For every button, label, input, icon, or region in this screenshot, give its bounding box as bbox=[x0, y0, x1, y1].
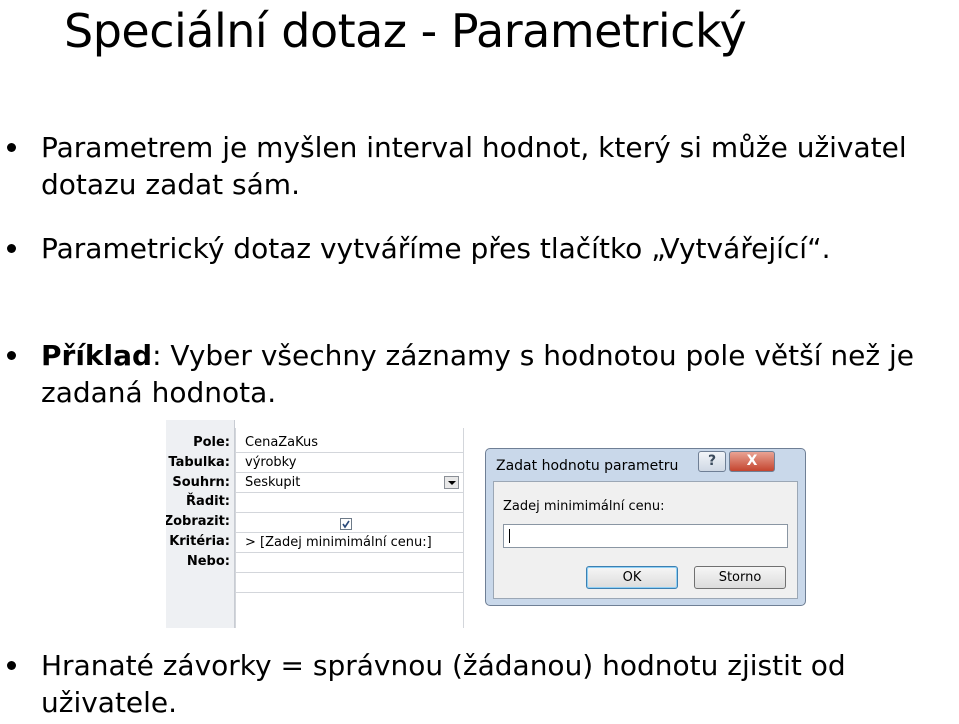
parameter-input[interactable] bbox=[503, 524, 788, 548]
bullet-bold-label: Příklad bbox=[41, 339, 153, 372]
label-tabulka: Tabulka: bbox=[168, 455, 230, 470]
label-pole: Pole: bbox=[193, 435, 230, 450]
cancel-button[interactable]: Storno bbox=[694, 566, 786, 589]
bullet-dot bbox=[7, 244, 16, 253]
cell-empty[interactable] bbox=[236, 573, 463, 593]
label-souhrn: Souhrn: bbox=[172, 475, 230, 490]
query-screenshot: Pole: Tabulka: Souhrn: Řadit: Zobrazit: … bbox=[166, 420, 820, 628]
slide-title: Speciální dotaz - Parametrický bbox=[64, 4, 747, 58]
parameter-dialog: Zadat hodnotu parametru ? X Zadej minimi… bbox=[485, 448, 806, 606]
help-button[interactable]: ? bbox=[698, 451, 726, 472]
bullet-text: Parametrický dotaz vytváříme přes tlačít… bbox=[41, 232, 831, 265]
cell-souhrn[interactable]: Seskupit bbox=[236, 473, 463, 493]
bullet-1: Parametrem je myšlen interval hodnot, kt… bbox=[0, 129, 959, 205]
bullet-dot bbox=[7, 351, 16, 360]
cell-tabulka[interactable]: výrobky bbox=[236, 453, 463, 473]
text-caret bbox=[509, 529, 510, 543]
zobrazit-checkbox[interactable] bbox=[340, 518, 352, 530]
cell-pole[interactable]: CenaZaKus bbox=[236, 433, 463, 453]
dropdown-arrow-icon[interactable] bbox=[444, 476, 459, 489]
bullet-2: Parametrický dotaz vytváříme přes tlačít… bbox=[0, 230, 959, 267]
cell-radit[interactable] bbox=[236, 493, 463, 513]
cell-nebo[interactable] bbox=[236, 553, 463, 573]
grid-row-labels: Pole: Tabulka: Souhrn: Řadit: Zobrazit: … bbox=[166, 420, 235, 628]
query-grid-column: CenaZaKus výrobky Seskupit > [Zadej mini… bbox=[235, 428, 464, 628]
bullet-text: Hranaté závorky = správnou (žádanou) hod… bbox=[41, 649, 846, 719]
dialog-prompt: Zadej minimimální cenu: bbox=[503, 499, 665, 514]
bullet-3: Příklad: Vyber všechny záznamy s hodnoto… bbox=[0, 337, 959, 413]
bullet-text: Parametrem je myšlen interval hodnot, kt… bbox=[41, 131, 907, 201]
label-kriteria: Kritéria: bbox=[169, 534, 230, 549]
souhrn-value: Seskupit bbox=[245, 475, 301, 490]
cell-zobrazit bbox=[236, 513, 463, 533]
label-radit: Řadit: bbox=[186, 494, 230, 509]
label-nebo: Nebo: bbox=[186, 554, 230, 569]
close-button[interactable]: X bbox=[729, 451, 775, 472]
dialog-body: Zadej minimimální cenu: OK Storno bbox=[493, 481, 798, 599]
dialog-title: Zadat hodnotu parametru bbox=[496, 458, 679, 474]
bullet-4: Hranaté závorky = správnou (žádanou) hod… bbox=[0, 647, 959, 723]
bullet-text: : Vyber všechny záznamy s hodnotou pole … bbox=[41, 339, 914, 409]
label-zobrazit: Zobrazit: bbox=[166, 514, 230, 529]
bullet-dot bbox=[7, 661, 16, 670]
ok-button[interactable]: OK bbox=[586, 566, 678, 589]
checkmark-icon bbox=[342, 520, 350, 529]
cell-kriteria[interactable]: > [Zadej minimimální cenu:] bbox=[236, 533, 463, 553]
bullet-dot bbox=[7, 143, 16, 152]
